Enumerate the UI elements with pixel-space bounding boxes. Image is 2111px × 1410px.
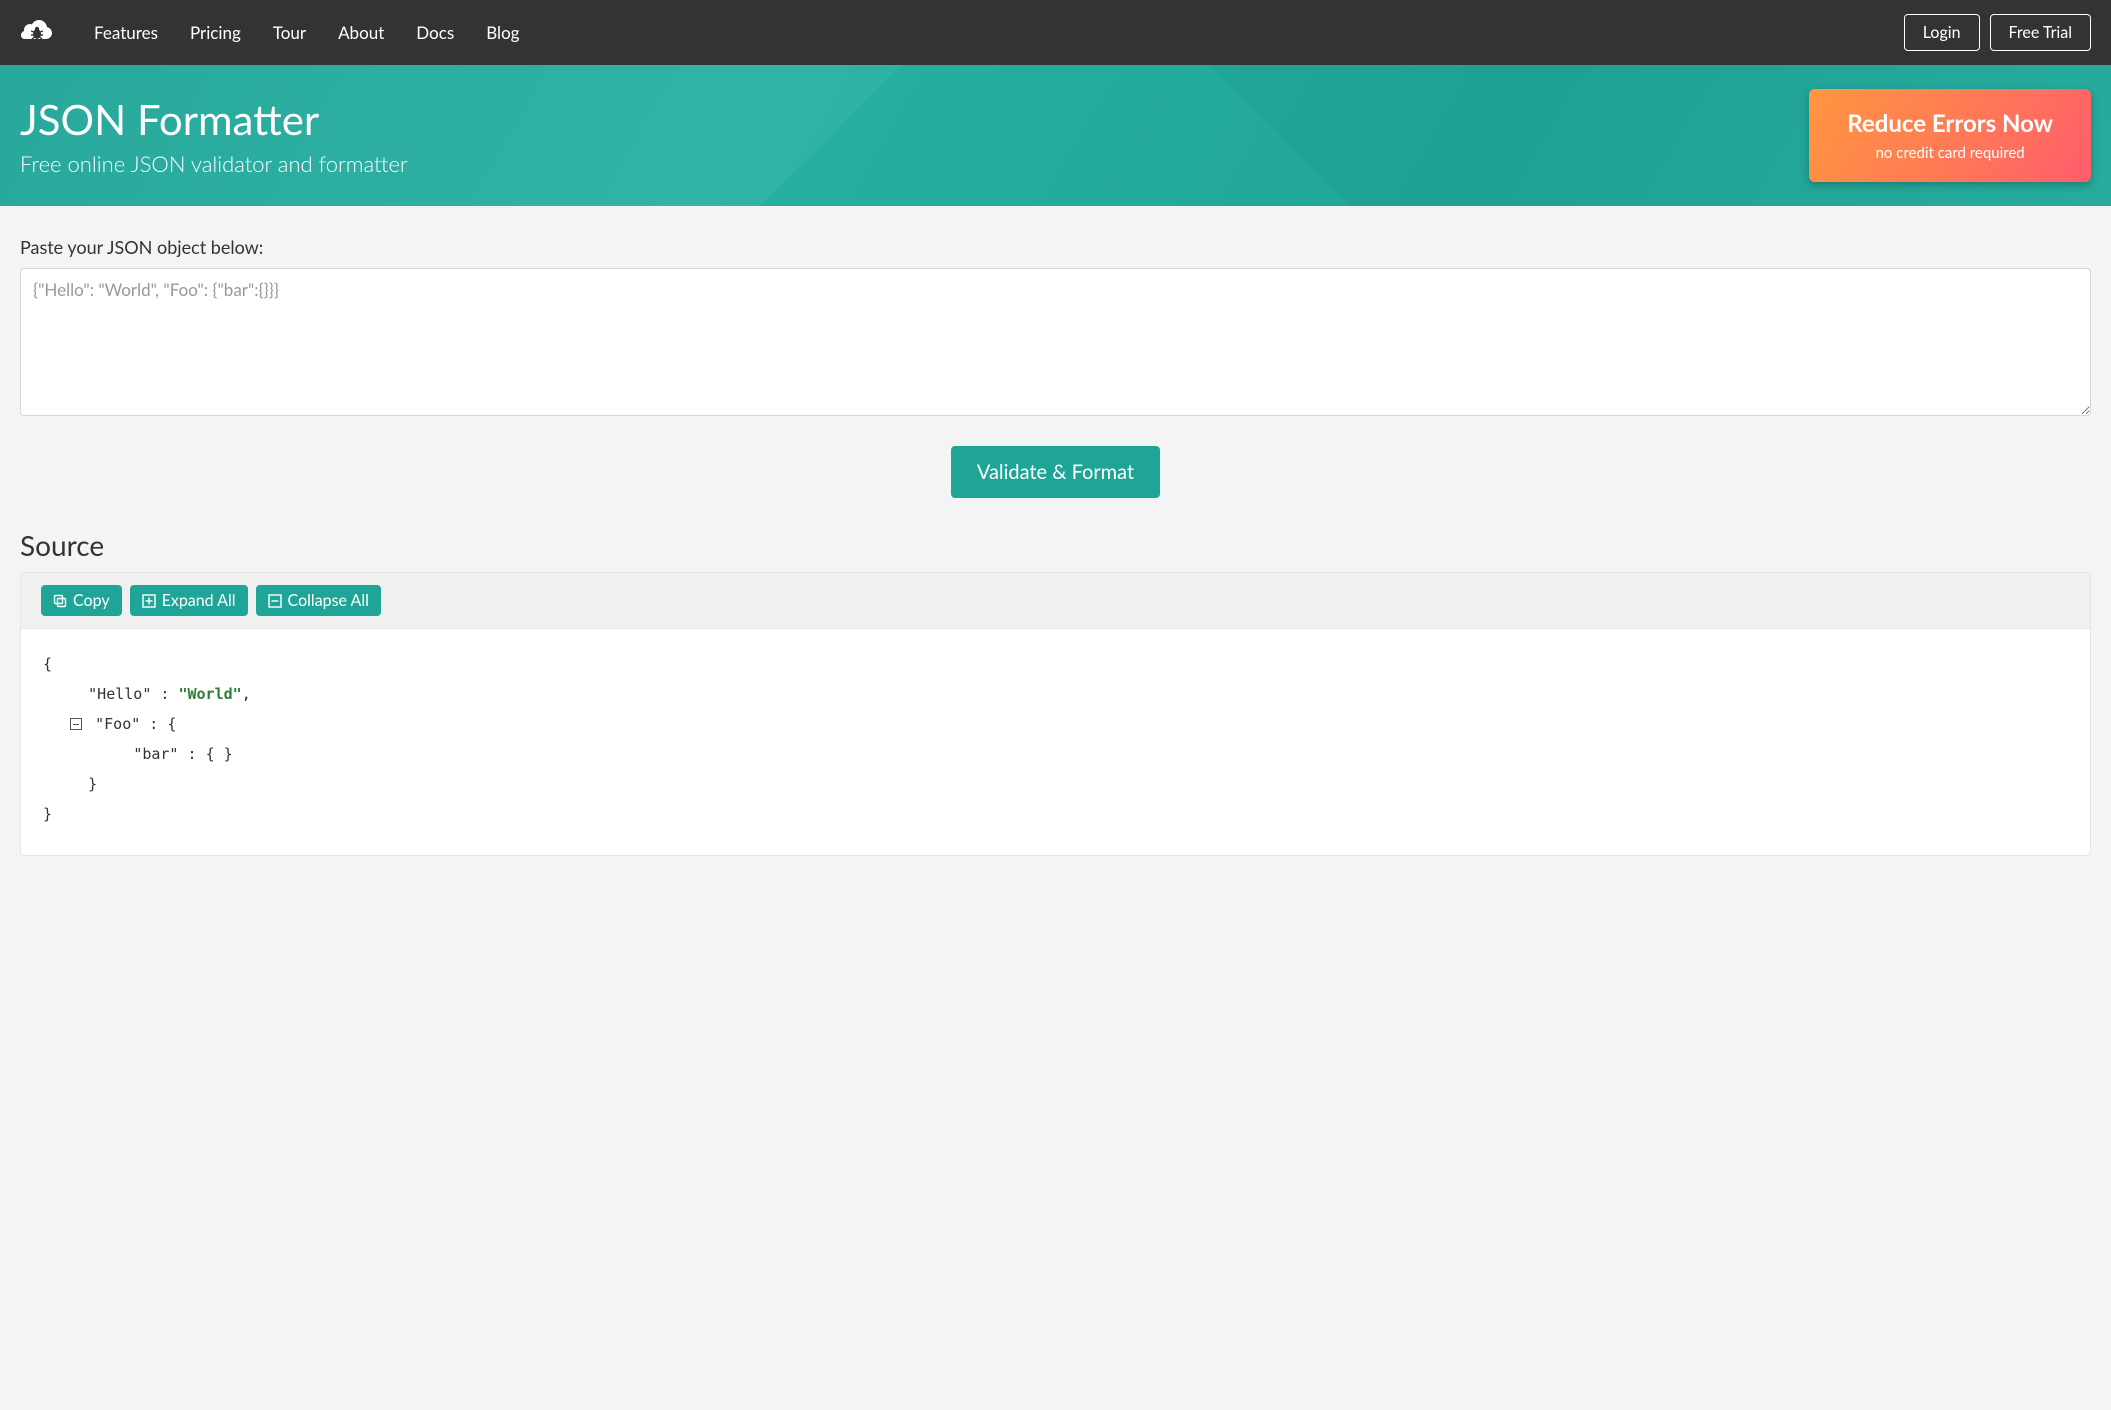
collapse-all-button[interactable]: Collapse All	[256, 585, 381, 616]
page-title: JSON Formatter	[20, 94, 408, 144]
nav-link-pricing[interactable]: Pricing	[190, 22, 241, 43]
free-trial-button[interactable]: Free Trial	[1990, 14, 2091, 51]
cta-subtitle: no credit card required	[1847, 144, 2053, 162]
copy-icon	[53, 594, 67, 608]
hero-banner: JSON Formatter Free online JSON validato…	[0, 65, 2111, 206]
json-line: {	[43, 649, 2068, 679]
login-button[interactable]: Login	[1904, 14, 1980, 51]
json-line: }	[43, 799, 2068, 829]
cta-title: Reduce Errors Now	[1847, 109, 2053, 138]
cloud-bug-icon	[20, 19, 54, 47]
navbar: Features Pricing Tour About Docs Blog Lo…	[0, 0, 2111, 65]
copy-button[interactable]: Copy	[41, 585, 122, 616]
nav-link-docs[interactable]: Docs	[416, 22, 454, 43]
nav-link-about[interactable]: About	[338, 22, 384, 43]
nav-link-tour[interactable]: Tour	[273, 22, 306, 43]
copy-label: Copy	[73, 591, 110, 610]
json-line: "Foo" : {	[43, 709, 2068, 739]
collapse-all-label: Collapse All	[288, 591, 369, 610]
json-line: "bar" : { }	[43, 739, 2068, 769]
collapse-icon	[268, 594, 282, 608]
collapse-toggle-icon[interactable]	[70, 718, 82, 730]
source-output: { "Hello" : "World", "Foo" : { "bar" : {…	[21, 629, 2090, 855]
nav-links: Features Pricing Tour About Docs Blog	[94, 22, 520, 43]
source-header: Source	[20, 528, 2091, 562]
nav-link-features[interactable]: Features	[94, 22, 158, 43]
expand-icon	[142, 594, 156, 608]
expand-all-button[interactable]: Expand All	[130, 585, 248, 616]
input-label: Paste your JSON object below:	[20, 236, 2091, 258]
expand-all-label: Expand All	[162, 591, 236, 610]
nav-link-blog[interactable]: Blog	[486, 22, 519, 43]
source-panel: Copy Expand All	[20, 572, 2091, 856]
cta-button[interactable]: Reduce Errors Now no credit card require…	[1809, 89, 2091, 182]
json-line: "Hello" : "World",	[43, 679, 2068, 709]
json-line: }	[43, 769, 2068, 799]
page-subtitle: Free online JSON validator and formatter	[20, 150, 408, 177]
brand-logo[interactable]	[20, 19, 54, 47]
validate-format-button[interactable]: Validate & Format	[951, 446, 1160, 498]
source-toolbar: Copy Expand All	[21, 573, 2090, 629]
json-input[interactable]	[20, 268, 2091, 416]
nav-buttons: Login Free Trial	[1904, 14, 2091, 51]
